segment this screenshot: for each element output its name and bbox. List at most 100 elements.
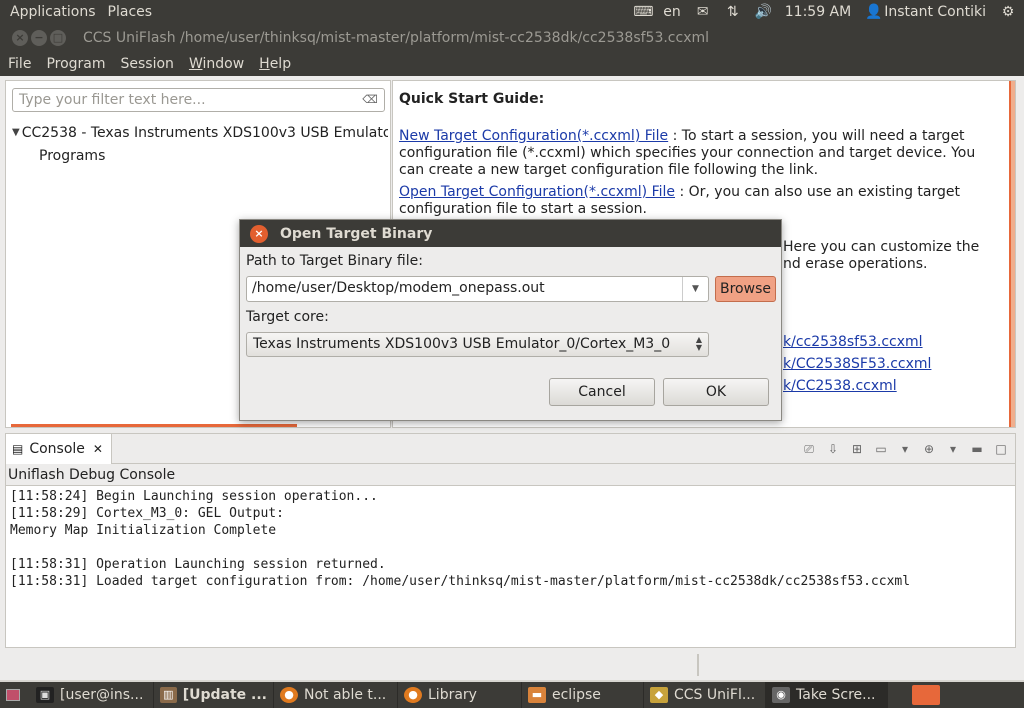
new-console-icon[interactable]: ⊕ xyxy=(921,441,937,457)
updown-arrows-icon: ▲ ▼ xyxy=(695,335,702,352)
console-name: Uniflash Debug Console xyxy=(6,464,1015,486)
taskbar-item-label: Library xyxy=(428,687,477,703)
taskbar-item-label: eclipse xyxy=(552,687,601,703)
pin-console-icon[interactable]: ⊞ xyxy=(849,441,865,457)
ok-button[interactable]: OK xyxy=(663,378,769,406)
clear-console-icon[interactable]: ⎚ xyxy=(801,441,817,457)
recent-configs: k/cc2538sf53.ccxml k/CC2538SF53.ccxml k/… xyxy=(783,331,931,397)
taskbar-item-uniflash[interactable]: ◆ CCS UniFl... xyxy=(644,682,766,708)
mail-icon[interactable]: ✉ xyxy=(695,5,711,19)
gear-icon[interactable]: ⚙ xyxy=(1000,5,1016,19)
taskbar-item-label: CCS UniFl... xyxy=(674,687,756,703)
window-minimize-icon[interactable]: − xyxy=(31,30,47,46)
user-name: Instant Contiki xyxy=(884,4,986,20)
customize-text-line: nd erase operations. xyxy=(783,256,928,272)
filter-placeholder: Type your filter text here... xyxy=(19,92,206,108)
uniflash-icon: ◆ xyxy=(650,687,668,703)
clear-filter-icon[interactable]: ⌫ xyxy=(362,93,378,107)
chevron-down-icon[interactable]: ▼ xyxy=(682,277,708,301)
new-config-paragraph: New Target Configuration(*.ccxml) File :… xyxy=(399,128,999,179)
binary-path-value: /home/user/Desktop/modem_onepass.out xyxy=(252,280,545,296)
taskbar-item-eclipse[interactable]: ▬ eclipse xyxy=(522,682,644,708)
expand-arrow-icon[interactable]: ▼ xyxy=(12,127,20,138)
target-core-select[interactable]: Texas Instruments XDS100v3 USB Emulator_… xyxy=(246,332,709,357)
recent-config-link[interactable]: k/cc2538sf53.ccxml xyxy=(783,334,923,350)
language-indicator[interactable]: en xyxy=(663,4,681,20)
menu-session[interactable]: Session xyxy=(121,56,174,72)
taskbar-item-label: [user@ins... xyxy=(60,687,144,703)
show-desktop-icon[interactable] xyxy=(6,689,20,701)
scroll-lock-icon[interactable]: ⇩ xyxy=(825,441,841,457)
dialog-titlebar: × Open Target Binary xyxy=(240,220,781,247)
menu-window[interactable]: Window xyxy=(189,56,244,72)
top-panel: Applications Places ⌨ en ✉ ⇅ 🔊 11:59 AM … xyxy=(0,0,1024,24)
user-menu[interactable]: 👤 Instant Contiki xyxy=(865,4,986,20)
taskbar-item-firefox[interactable]: ● Not able t... xyxy=(274,682,398,708)
chevron-down-icon[interactable]: ▾ xyxy=(897,441,913,457)
recent-config-link[interactable]: k/CC2538SF53.ccxml xyxy=(783,356,931,372)
taskbar-item-screenshot[interactable]: ◉ Take Scre... xyxy=(766,682,888,708)
folder-icon: ▬ xyxy=(528,687,546,703)
tab-console[interactable]: ▤ Console ✕ xyxy=(6,433,112,464)
path-label: Path to Target Binary file: xyxy=(246,253,423,269)
network-icon[interactable]: ⇅ xyxy=(725,5,741,19)
target-core-value: Texas Instruments XDS100v3 USB Emulator_… xyxy=(253,336,671,352)
open-config-paragraph: Open Target Configuration(*.ccxml) File … xyxy=(399,184,999,218)
binary-path-input[interactable]: /home/user/Desktop/modem_onepass.out ▼ xyxy=(246,276,709,302)
firefox-icon: ● xyxy=(280,687,298,703)
close-tab-icon[interactable]: ✕ xyxy=(93,442,103,456)
browse-button[interactable]: Browse xyxy=(715,276,776,302)
tree-item-label: Programs xyxy=(39,147,106,164)
camera-icon: ◉ xyxy=(772,687,790,703)
taskbar-item-library[interactable]: ● Library xyxy=(398,682,522,708)
window-close-icon[interactable]: × xyxy=(12,30,28,46)
console-toolbar: ⎚ ⇩ ⊞ ▭ ▾ ⊕ ▾ ▬ □ xyxy=(793,441,1015,457)
taskbar-item-label: [Update ... xyxy=(182,687,267,703)
target-core-label: Target core: xyxy=(246,309,329,325)
tree-item-programs[interactable]: Programs xyxy=(12,144,388,167)
terminal-icon: ▣ xyxy=(36,687,54,703)
clock[interactable]: 11:59 AM xyxy=(785,4,851,20)
minimize-view-icon[interactable]: ▬ xyxy=(969,441,985,457)
progress-bar xyxy=(11,424,297,427)
menu-file[interactable]: File xyxy=(8,56,31,72)
quick-start-title: Quick Start Guide: xyxy=(399,91,545,107)
dialog-title: Open Target Binary xyxy=(280,225,433,242)
customize-text: Here you can customize the nd erase oper… xyxy=(783,239,979,273)
new-target-config-link[interactable]: New Target Configuration(*.ccxml) File xyxy=(399,128,668,144)
tab-console-label: Console xyxy=(29,440,85,457)
package-icon: ▥ xyxy=(160,687,177,703)
applications-menu[interactable]: Applications xyxy=(10,4,96,20)
taskbar-item-label: Take Scre... xyxy=(796,687,876,703)
chevron-down-icon[interactable]: ▾ xyxy=(945,441,961,457)
window-titlebar: × − □ CCS UniFlash /home/user/thinksq/mi… xyxy=(0,24,1024,52)
places-menu[interactable]: Places xyxy=(108,4,153,20)
taskbar-item-terminal[interactable]: ▣ [user@ins... xyxy=(30,682,154,708)
cancel-button[interactable]: Cancel xyxy=(549,378,655,406)
recent-config-link[interactable]: k/CC2538.ccxml xyxy=(783,378,897,394)
user-icon: 👤 xyxy=(865,4,883,20)
open-target-binary-dialog: × Open Target Binary Path to Target Bina… xyxy=(239,219,782,421)
tree-item-cc2538[interactable]: ▼ CC2538 - Texas Instruments XDS100v3 US… xyxy=(12,121,388,144)
notification-icon[interactable] xyxy=(912,685,940,705)
maximize-view-icon[interactable]: □ xyxy=(993,441,1009,457)
scrollbar[interactable] xyxy=(1009,81,1015,427)
open-target-config-link[interactable]: Open Target Configuration(*.ccxml) File xyxy=(399,184,675,200)
filter-input[interactable]: Type your filter text here... ⌫ xyxy=(12,88,385,112)
close-icon[interactable]: × xyxy=(250,224,268,243)
volume-icon[interactable]: 🔊 xyxy=(755,5,772,19)
taskbar-item-update[interactable]: ▥ [Update ... xyxy=(154,682,274,708)
taskbar-item-label: Not able t... xyxy=(304,687,387,703)
console-output[interactable]: [11:58:24] Begin Launching session opera… xyxy=(6,486,1015,592)
display-console-icon[interactable]: ▭ xyxy=(873,441,889,457)
status-bar xyxy=(0,648,1024,680)
menu-help[interactable]: Help xyxy=(259,56,291,72)
customize-text-line: Here you can customize the xyxy=(783,239,980,255)
console-icon: ▤ xyxy=(12,441,24,456)
target-tree: ▼ CC2538 - Texas Instruments XDS100v3 US… xyxy=(12,121,388,167)
menu-program[interactable]: Program xyxy=(46,56,105,72)
window-title: CCS UniFlash /home/user/thinksq/mist-mas… xyxy=(83,30,710,46)
keyboard-icon[interactable]: ⌨ xyxy=(633,5,653,19)
tree-item-label: CC2538 - Texas Instruments XDS100v3 USB … xyxy=(21,124,388,141)
window-maximize-icon[interactable]: □ xyxy=(50,30,66,46)
